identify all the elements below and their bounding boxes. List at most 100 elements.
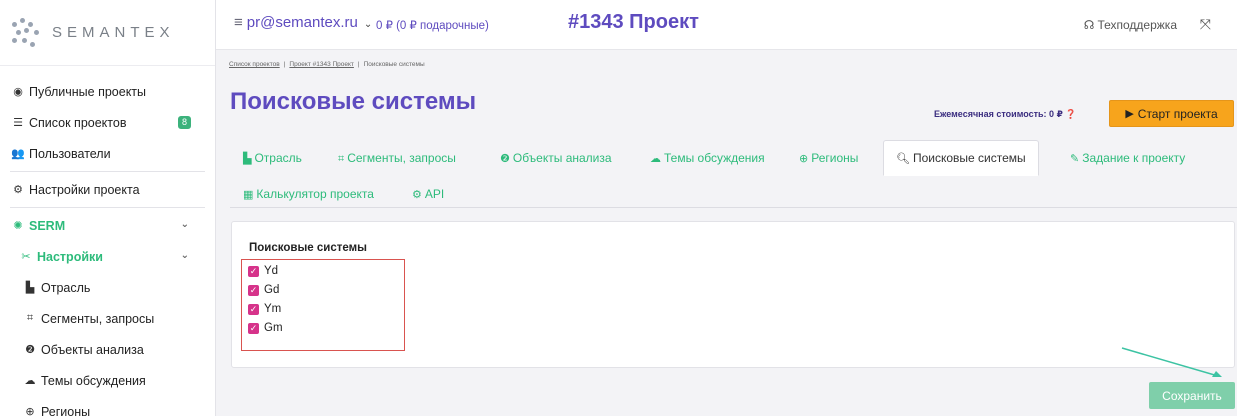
checkbox-checked-icon[interactable]: ✓ xyxy=(248,265,259,277)
tab-label: Сегменты, запросы xyxy=(347,151,456,165)
start-project-button[interactable]: ▶ Старт проекта xyxy=(1109,100,1234,127)
panel-title: Поисковые системы xyxy=(249,242,367,254)
sidebar-item-topics[interactable]: ☁ Темы обсуждения xyxy=(0,365,215,396)
breadcrumb: Список проектов | Проект #1343 Проект | Поис… xyxy=(229,61,425,68)
sidebar-item-label: Список проектов xyxy=(29,115,127,130)
user-menu[interactable]: ≡ pr@semantex.ru ⌄ xyxy=(234,14,372,31)
engine-label: Gd xyxy=(264,284,280,296)
engine-checkbox-gm[interactable]: ✓ Gm xyxy=(248,322,283,334)
sidebar-item-label: Темы обсуждения xyxy=(41,373,146,388)
engine-label: Ym xyxy=(264,303,282,315)
engine-label: Yd xyxy=(264,265,279,277)
sidebar-item-label: Отрасль xyxy=(41,280,91,295)
project-title: #1343 Проект xyxy=(568,11,699,33)
sidebar-item-users[interactable]: 👥 Пользователи xyxy=(0,138,215,169)
discussion-icon: ☁ xyxy=(24,375,36,387)
search-icon: 🔍︎ xyxy=(896,153,910,165)
industry-icon: ▙ xyxy=(243,153,252,165)
logo-icon xyxy=(10,16,44,50)
sidebar-item-serm[interactable]: ✺ SERM ⌄ xyxy=(0,210,215,241)
tab-label: Регионы xyxy=(811,151,859,165)
tab-segments[interactable]: ⌗ Сегменты, запросы xyxy=(338,151,456,166)
start-project-label: Старт проекта xyxy=(1137,106,1218,121)
user-email: pr@semantex.ru xyxy=(246,14,358,31)
tab-search-engines[interactable]: 🔍︎ Поисковые системы xyxy=(883,140,1039,176)
globe-icon: ⊕ xyxy=(799,153,809,165)
support-link[interactable]: ☊ Техподдержка xyxy=(1084,18,1177,32)
tab-industry[interactable]: ▙ Отрасль xyxy=(243,151,302,165)
logo-text: SEMANTEX xyxy=(52,24,175,41)
sidebar-item-objects[interactable]: ❷ Объекты анализа xyxy=(0,334,215,365)
page-title: Поисковые системы xyxy=(230,88,477,115)
monthly-cost-label: Ежемесячная стоимость: 0 ₽ xyxy=(934,109,1063,119)
sidebar-item-label: Настройки проекта xyxy=(29,182,140,197)
sidebar-item-label: Объекты анализа xyxy=(41,342,144,357)
segments-icon: ⌗ xyxy=(338,153,345,165)
tab-label: Отрасль xyxy=(254,151,302,165)
settings-icon: ⚙ xyxy=(13,184,23,196)
tab-label: Задание к проекту xyxy=(1082,151,1186,165)
eye-icon: ◉ xyxy=(13,86,23,98)
tab-objects[interactable]: ❷ Объекты анализа xyxy=(500,151,612,165)
divider xyxy=(10,171,205,172)
sidebar-item-label: Регионы xyxy=(41,404,91,416)
calculator-icon: ▦ xyxy=(243,189,254,201)
tab-api[interactable]: ⚙ API xyxy=(412,187,444,201)
industry-icon: ▙ xyxy=(25,282,35,294)
sidebar-item-label: Сегменты, запросы xyxy=(41,311,155,326)
sidebar-item-label: Публичные проекты xyxy=(29,84,147,99)
sidebar: SEMANTEX ◉ Публичные проекты ☰ Список пр… xyxy=(0,0,216,416)
divider xyxy=(10,207,205,208)
gear-icon: ⚙ xyxy=(412,189,422,201)
breadcrumb-link[interactable]: Проект #1343 Проект xyxy=(289,61,354,68)
checkbox-checked-icon[interactable]: ✓ xyxy=(248,322,259,334)
sidebar-item-industry[interactable]: ▙ Отрасль xyxy=(0,272,215,303)
user-edit-icon: ✎ xyxy=(1070,153,1080,165)
fullscreen-icon[interactable]: ⤧ xyxy=(1200,16,1211,33)
sidebar-item-public-projects[interactable]: ◉ Публичные проекты xyxy=(0,76,215,107)
search-engines-panel: Поисковые системы ✓ Yd ✓ Gd ✓ Ym ✓ Gm xyxy=(231,221,1235,368)
balance[interactable]: 0 ₽ (0 ₽ подарочные) xyxy=(376,18,489,32)
tab-label: API xyxy=(424,187,445,201)
logo[interactable]: SEMANTEX xyxy=(0,0,215,66)
engine-checkbox-ym[interactable]: ✓ Ym xyxy=(248,303,281,315)
help-icon[interactable]: ❓ xyxy=(1065,109,1076,119)
engine-checkbox-yd[interactable]: ✓ Yd xyxy=(248,265,278,277)
checkbox-checked-icon[interactable]: ✓ xyxy=(248,284,259,296)
sidebar-item-settings[interactable]: ✂ Настройки ⌄ xyxy=(0,241,215,272)
play-icon: ▶ xyxy=(1125,108,1134,120)
discussion-icon: ☁ xyxy=(650,153,661,165)
sidebar-nav: ◉ Публичные проекты ☰ Список проектов 8 … xyxy=(0,66,215,416)
list-icon: ☰ xyxy=(13,117,23,129)
segments-icon: ⌗ xyxy=(26,312,34,324)
sidebar-item-regions[interactable]: ⊕ Регионы xyxy=(0,396,215,416)
sidebar-item-label: Настройки xyxy=(37,249,103,264)
chevron-down-icon: ⌄ xyxy=(180,250,189,261)
sidebar-item-label: Пользователи xyxy=(29,146,111,161)
tab-calculator[interactable]: ▦ Калькулятор проекта xyxy=(243,187,374,201)
sidebar-item-segments[interactable]: ⌗ Сегменты, запросы xyxy=(0,303,215,334)
save-button[interactable]: Сохранить xyxy=(1149,382,1235,409)
sidebar-item-project-list[interactable]: ☰ Список проектов 8 xyxy=(0,107,215,138)
sidebar-item-project-settings[interactable]: ⚙ Настройки проекта xyxy=(0,174,215,205)
tools-icon: ✂ xyxy=(21,251,31,263)
chevron-down-icon: ⌄ xyxy=(180,219,189,230)
tab-project-task[interactable]: ✎ Задание к проекту xyxy=(1070,151,1185,165)
chevron-down-icon: ⌄ xyxy=(363,19,373,30)
tab-regions[interactable]: ⊕ Регионы xyxy=(799,151,858,165)
menu-icon[interactable]: ≡ xyxy=(234,14,243,31)
tabs: ▙ Отрасль ⌗ Сегменты, запросы ❷ Объекты ана… xyxy=(230,140,1237,208)
users-icon: 👥 xyxy=(11,148,25,160)
topbar: ≡ pr@semantex.ru ⌄ 0 ₽ (0 ₽ подарочные) #1… xyxy=(216,0,1237,50)
tab-label: Калькулятор проекта xyxy=(256,187,374,201)
engine-checkbox-gd[interactable]: ✓ Gd xyxy=(248,284,279,296)
objects-icon: ❷ xyxy=(500,153,510,165)
breadcrumb-current: Поисковые системы xyxy=(363,61,425,68)
breadcrumb-link[interactable]: Список проектов xyxy=(229,61,280,68)
checkbox-checked-icon[interactable]: ✓ xyxy=(248,303,259,315)
headset-icon: ☊ xyxy=(1083,18,1095,32)
objects-icon: ❷ xyxy=(25,344,35,356)
sidebar-item-label: SERM xyxy=(29,218,66,233)
globe-icon: ⊕ xyxy=(25,406,35,416)
tab-topics[interactable]: ☁ Темы обсуждения xyxy=(650,151,765,165)
